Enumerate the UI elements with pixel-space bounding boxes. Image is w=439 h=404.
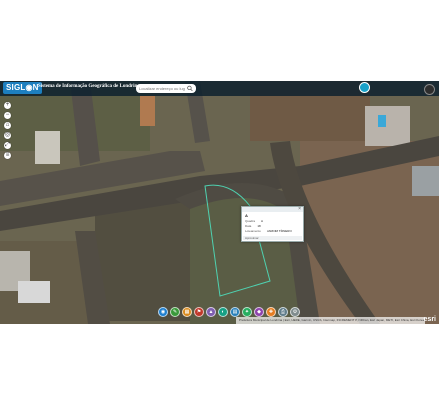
home-button[interactable]: ⌂ (4, 122, 11, 129)
layers-icon: ≡ (5, 152, 10, 158)
list-tool-button[interactable]: ▤ (230, 307, 240, 317)
star-tool-button[interactable]: ✦ (242, 307, 252, 317)
building (35, 131, 60, 164)
locate-icon: ◎ (4, 132, 11, 138)
print-tool-button[interactable]: ⎙ (278, 307, 288, 317)
search-input[interactable] (139, 84, 185, 93)
plus-tool-button[interactable]: ✚ (266, 307, 276, 317)
terrain-patch (95, 201, 190, 321)
flag-tool-button[interactable]: ⚑ (194, 307, 204, 317)
building (18, 281, 50, 303)
fullscreen-icon: ⤢ (5, 142, 10, 148)
popup-header: × (242, 206, 303, 212)
popup-title: A (245, 213, 248, 218)
triangle-tool-button[interactable]: ▲ (206, 307, 216, 317)
building (412, 166, 439, 196)
home-icon: ⌂ (5, 122, 10, 128)
diamond-tool-button[interactable]: ◆ (254, 307, 264, 317)
grid-tool-button[interactable]: ▦ (182, 307, 192, 317)
zoom-out-icon: − (5, 112, 10, 118)
map-attribution: Prefeitura Municipal de Londrina | Esri,… (236, 317, 425, 324)
popup-row: Data 18 (245, 224, 261, 228)
grid-icon: ▦ (184, 309, 190, 315)
draw-icon: ✎ (172, 309, 178, 315)
tool-bar: ◉ ✎ ▦ ⚑ ▲ ◐ ▤ ✦ ◆ ✚ ⎙ ⚙ (158, 307, 300, 317)
zoom-in-button[interactable]: + (4, 102, 11, 109)
feature-popup: × A Quadra A Data 18 Loteamento JARDIM TÍ0N… (241, 206, 304, 242)
popup-row-value: A (261, 219, 264, 223)
info-icon: ◉ (160, 309, 166, 315)
map-application: SIGL◉N Sistema de Informação Geográfica … (0, 81, 439, 324)
satellite-map[interactable] (0, 81, 439, 324)
building (140, 96, 155, 126)
gear-icon: ⚙ (292, 309, 298, 315)
zoom-in-icon: + (5, 102, 10, 108)
print-icon: ⎙ (280, 309, 285, 315)
list-icon: ▤ (232, 309, 238, 315)
app-title: Sistema de Informação Geográfica de Lond… (38, 84, 140, 89)
pool (378, 115, 386, 127)
popup-row-label: Data (245, 224, 252, 228)
diamond-icon: ◆ (257, 309, 261, 315)
map-controls: + − ⌂ ◎ ⤢ ≡ (4, 102, 11, 162)
close-icon[interactable]: × (298, 206, 301, 212)
popup-row-value: 18 (257, 224, 261, 228)
fullscreen-button[interactable]: ⤢ (4, 142, 11, 149)
plus-icon: ✚ (268, 309, 274, 315)
siglon-logo[interactable]: SIGL◉N (3, 82, 42, 94)
popup-row-label: Loteamento (245, 229, 261, 233)
triangle-icon: ▲ (208, 309, 214, 315)
zoom-out-button[interactable]: − (4, 112, 11, 119)
locate-button[interactable]: ◎ (4, 132, 11, 139)
popup-row-value: JARDIM TÍ0NERO (266, 229, 292, 233)
search-box (136, 84, 196, 93)
popup-row: Loteamento JARDIM TÍ0NERO (245, 229, 292, 233)
layers-button[interactable]: ≡ (4, 152, 11, 159)
gear-tool-button[interactable]: ⚙ (290, 307, 300, 317)
user-avatar[interactable] (424, 84, 435, 95)
draw-tool-button[interactable]: ✎ (170, 307, 180, 317)
map-pin-icon[interactable] (359, 82, 370, 93)
star-icon: ✦ (244, 309, 250, 315)
contrast-tool-button[interactable]: ◐ (218, 307, 228, 317)
info-tool-button[interactable]: ◉ (158, 307, 168, 317)
search-icon[interactable] (187, 85, 193, 92)
flag-icon: ⚑ (196, 309, 202, 315)
contrast-icon: ◐ (221, 309, 225, 315)
popup-row-label: Quadra (245, 219, 256, 223)
popup-row: Quadra A (245, 219, 263, 223)
zoom-to-link[interactable]: Aproximar (243, 236, 302, 240)
esri-logo: esri (423, 316, 436, 323)
building (365, 106, 410, 146)
top-bar: SIGL◉N Sistema de Informação Geográfica … (0, 81, 439, 96)
